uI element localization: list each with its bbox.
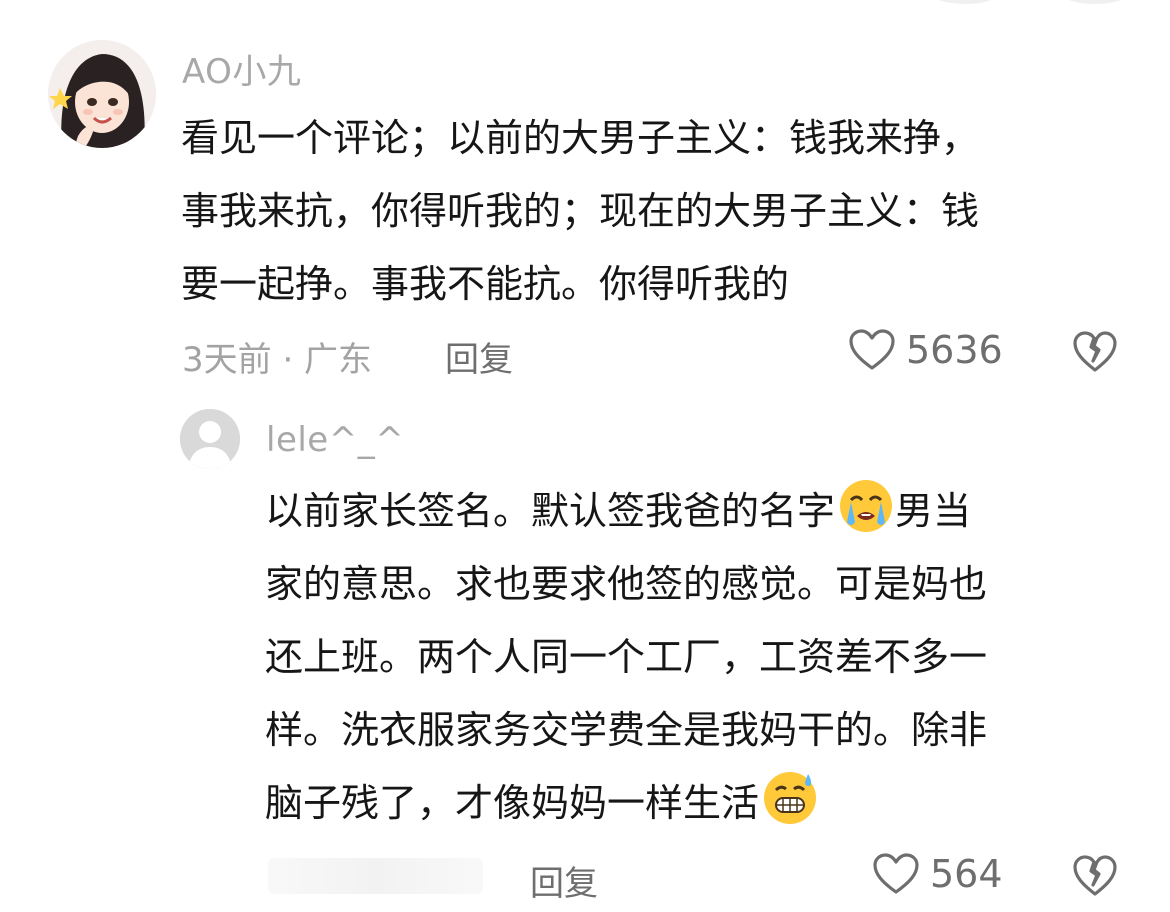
comment-text-line: 脑子残了，才像妈妈一样生活 — [265, 767, 987, 840]
person-icon — [180, 409, 240, 469]
like-count: 564 — [930, 852, 1003, 896]
like-button[interactable]: 564 — [872, 852, 1003, 896]
reply-button[interactable]: 回复 — [530, 856, 598, 905]
broken-heart-icon — [1073, 855, 1117, 896]
comment-text: 看见一个评论；以前的大男子主义：钱我来挣， 事我来抗，你得听我的；现在的大男子主… — [181, 102, 979, 321]
comment-text-segment: 以前家长签名。默认签我爸的名字 — [265, 489, 836, 533]
comment-username[interactable]: AO小九 — [182, 44, 301, 93]
comment-text-line: 样。洗衣服家务交学费全是我妈干的。除非 — [265, 708, 988, 752]
comment-text-line: 家的意思。求也要求他签的感觉。可是妈也 — [265, 562, 988, 606]
comment-text-line: 事我来抗，你得听我的；现在的大男子主义：钱 — [181, 189, 980, 233]
user-avatar[interactable] — [48, 40, 156, 148]
heart-outline-icon — [873, 853, 919, 894]
comment-text-line: 还上班。两个人同一个工厂，工资差不多一 — [265, 635, 988, 679]
avatar-illustration — [48, 40, 156, 148]
like-count: 5636 — [906, 328, 1003, 372]
broken-heart-icon — [1073, 331, 1117, 372]
blurred-content — [268, 858, 483, 894]
comment-text-line: 看见一个评论；以前的大男子主义：钱我来挣， — [181, 116, 980, 160]
comment-text-line: 要一起挣。事我不能抗。你得听我的 — [181, 262, 790, 306]
comment-username[interactable]: lele^_^ — [266, 420, 404, 460]
heart-outline-icon — [849, 329, 895, 370]
reply-button[interactable]: 回复 — [445, 332, 513, 381]
comment-text-segment: 脑子残了，才像妈妈一样生活 — [265, 781, 760, 825]
comment-text-segment: 男当 — [895, 489, 972, 533]
grimacing-sweat-emoji — [764, 772, 817, 824]
dislike-button[interactable] — [1072, 330, 1118, 378]
top-edge-shape — [930, 0, 1000, 4]
like-button[interactable]: 5636 — [848, 328, 1003, 372]
comment-text-line: 以前家长签名。默认签我爸的名字 男当 — [265, 475, 987, 548]
top-edge-shape — [1060, 0, 1130, 4]
default-avatar[interactable] — [180, 409, 240, 469]
comment-text: 以前家长签名。默认签我爸的名字 男当 家的意思。求也要求他签的感觉。可是妈也 还… — [265, 475, 987, 840]
dislike-button[interactable] — [1072, 854, 1118, 902]
crying-face-emoji — [840, 480, 893, 532]
comment-meta: 3天前 · 广东 — [182, 340, 373, 380]
